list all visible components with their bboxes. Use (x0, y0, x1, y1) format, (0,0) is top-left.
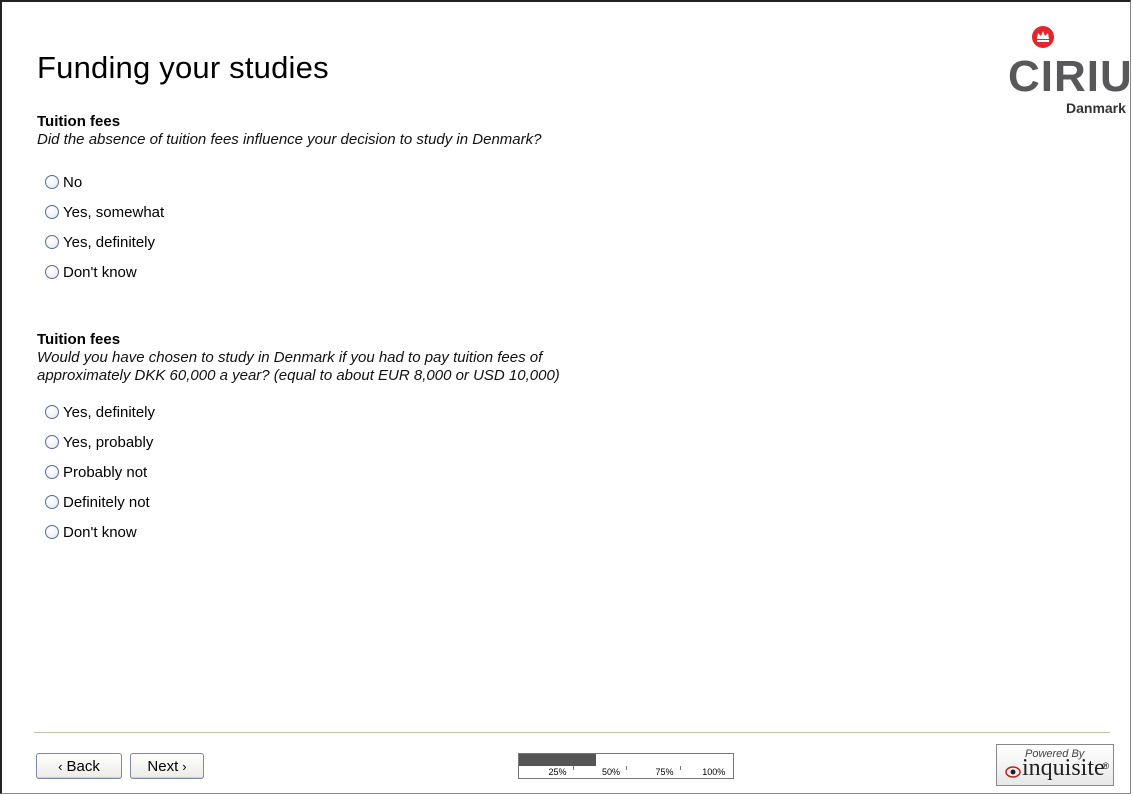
crown-icon (1032, 26, 1054, 48)
registered-mark: ® (1102, 761, 1109, 771)
logo-name: CIRIUS (1008, 52, 1133, 101)
powered-by-inquisite-logo: Powered By inquisite ® (996, 744, 1114, 786)
option-yes-definitely[interactable]: Yes, definitely (45, 227, 164, 257)
question-text-line-2: approximately DKK 60,000 a year? (equal … (37, 367, 560, 384)
progress-tick-label: 25% (548, 767, 567, 777)
radio-button[interactable] (45, 525, 59, 539)
option-label: Yes, definitely (63, 233, 156, 251)
progress-fill (519, 754, 597, 766)
option-label: Yes, probably (63, 433, 154, 451)
back-button-label: Back (66, 757, 100, 775)
question-2: Tuition fees Would you have chosen to st… (37, 331, 560, 385)
question-2-options: Yes, definitely Yes, probably Probably n… (45, 397, 155, 547)
radio-button[interactable] (45, 465, 59, 479)
option-dont-know[interactable]: Don't know (45, 257, 164, 287)
option-label: No (63, 173, 83, 191)
question-1: Tuition fees Did the absence of tuition … (37, 113, 541, 149)
chevron-right-icon: › (182, 758, 187, 774)
chevron-left-icon: ‹ (58, 758, 63, 774)
option-dont-know[interactable]: Don't know (45, 517, 155, 547)
page-title: Funding your studies (37, 50, 329, 85)
option-label: Probably not (63, 463, 148, 481)
option-yes-somewhat[interactable]: Yes, somewhat (45, 197, 164, 227)
option-yes-probably[interactable]: Yes, probably (45, 427, 155, 457)
radio-button[interactable] (45, 175, 59, 189)
option-label: Don't know (63, 523, 137, 541)
question-text: Did the absence of tuition fees influenc… (37, 131, 542, 148)
option-yes-definitely[interactable]: Yes, definitely (45, 397, 155, 427)
progress-tick-mark (572, 766, 574, 770)
question-text-line-1: Would you have chosen to study in Denmar… (37, 349, 543, 366)
option-no[interactable]: No (45, 167, 164, 197)
eye-icon (1005, 766, 1021, 778)
progress-tick-label: 50% (602, 767, 621, 777)
progress-tick-mark (626, 766, 627, 770)
footer-divider (34, 732, 1110, 733)
question-1-options: No Yes, somewhat Yes, definitely Don't k… (45, 167, 164, 287)
option-label: Don't know (63, 263, 137, 281)
progress-bar: 25% 50% 75% 100% (518, 753, 734, 779)
question-heading: Tuition fees (37, 331, 121, 348)
radio-button[interactable] (45, 435, 59, 449)
radio-button[interactable] (45, 235, 59, 249)
option-definitely-not[interactable]: Definitely not (45, 487, 155, 517)
powered-brand: inquisite (1022, 755, 1105, 781)
next-button[interactable]: Next › (130, 753, 204, 779)
radio-button[interactable] (45, 405, 59, 419)
option-label: Yes, definitely (63, 403, 156, 421)
logo-sub: Danmark (1066, 100, 1126, 116)
progress-tick-label: 100% (702, 767, 726, 777)
question-heading: Tuition fees (37, 113, 121, 130)
progress-tick-label: 75% (655, 767, 674, 777)
next-button-label: Next (147, 757, 179, 775)
option-label: Definitely not (63, 493, 150, 511)
option-probably-not[interactable]: Probably not (45, 457, 155, 487)
radio-button[interactable] (45, 265, 59, 279)
radio-button[interactable] (45, 495, 59, 509)
option-label: Yes, somewhat (63, 203, 165, 221)
progress-tick-mark (679, 766, 681, 770)
back-button[interactable]: ‹ Back (36, 753, 122, 779)
radio-button[interactable] (45, 205, 59, 219)
